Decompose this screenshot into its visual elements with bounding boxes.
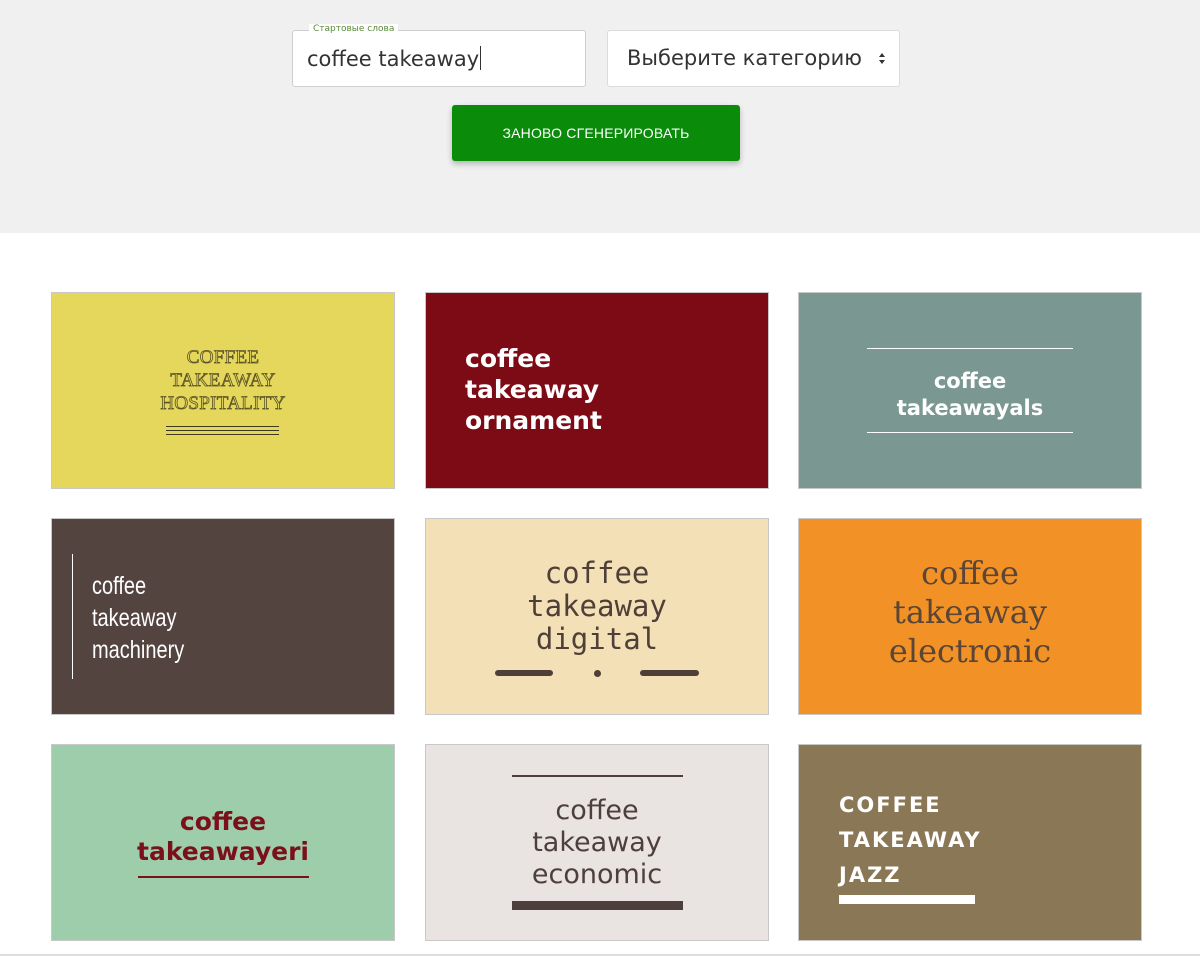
- logo-line: machinery: [92, 636, 185, 664]
- logo-card-8[interactable]: coffee takeaway economic: [425, 744, 769, 941]
- logo-line: takeaway: [532, 827, 662, 858]
- logo-card-6[interactable]: coffee takeaway electronic: [798, 518, 1142, 715]
- bottom-rule-decoration: [867, 432, 1073, 433]
- right-dash-decoration: [640, 670, 699, 676]
- logo-line: takeawayeri: [137, 837, 309, 866]
- logo-card-5[interactable]: coffee takeaway digital: [425, 518, 769, 715]
- logo-text: coffee takeawayals: [799, 368, 1141, 422]
- bottom-bar-decoration: [512, 901, 683, 910]
- seed-words-label: Стартовые слова: [309, 24, 399, 34]
- logo-line: JAZZ: [839, 863, 902, 887]
- logo-text: coffee takeaway ornament: [465, 343, 602, 436]
- logo-text: coffee takeaway economic: [426, 795, 768, 891]
- logo-card-2[interactable]: coffee takeaway ornament: [425, 292, 769, 489]
- logo-line: takeawayals: [896, 396, 1044, 420]
- logo-line: ornament: [465, 406, 602, 435]
- logo-line: coffee: [555, 795, 639, 826]
- logo-line: coffee: [921, 554, 1019, 592]
- sort-arrows-icon: [879, 53, 885, 64]
- seed-words-input[interactable]: Стартовые слова coffee takeaway: [292, 24, 586, 87]
- logo-line: HOSPITALITY: [160, 393, 286, 415]
- logo-line: TAKEAWAY: [839, 828, 982, 852]
- underline-decoration: [138, 876, 309, 878]
- logo-text: coffee takeawayeri: [52, 807, 394, 867]
- logo-line: coffee: [544, 556, 650, 590]
- center-dot-decoration: [594, 670, 601, 677]
- logo-card-4[interactable]: coffee takeaway machinery: [51, 518, 395, 715]
- vertical-bar-decoration: [72, 554, 73, 679]
- logo-card-3[interactable]: coffee takeawayals: [798, 292, 1142, 489]
- double-underline-decoration: [166, 426, 279, 435]
- logo-text: coffee takeaway digital: [426, 557, 768, 656]
- regenerate-button[interactable]: ЗАНОВО СГЕНЕРИРОВАТЬ: [452, 105, 740, 161]
- logo-line: coffee: [933, 369, 1007, 393]
- logo-line: takeaway: [92, 604, 177, 632]
- logo-text: COFFEE TAKEAWAY HOSPITALITY: [52, 346, 394, 415]
- logo-line: digital: [535, 622, 659, 656]
- generator-form-panel: Стартовые слова coffee takeaway Выберите…: [0, 0, 1200, 233]
- logo-card-7[interactable]: coffee takeawayeri: [51, 744, 395, 941]
- seed-words-value: coffee takeaway: [307, 47, 480, 71]
- underline-bar-decoration: [839, 895, 975, 904]
- logo-line: TAKEAWAY: [170, 370, 276, 392]
- logo-line: electronic: [888, 632, 1052, 670]
- logo-line: takeaway: [465, 375, 600, 404]
- logo-text: coffee takeaway machinery: [92, 570, 184, 666]
- top-rule-decoration: [512, 775, 683, 777]
- logo-line: coffee: [92, 572, 147, 600]
- logo-line: economic: [531, 859, 663, 890]
- logo-line: coffee: [179, 807, 267, 836]
- logo-line: COFFEE: [186, 347, 260, 369]
- logo-line: takeaway: [527, 589, 667, 623]
- category-select-value: Выберите категорию: [627, 46, 862, 70]
- text-caret: [480, 46, 482, 70]
- left-dash-decoration: [495, 670, 553, 676]
- logo-line: COFFEE: [839, 793, 942, 817]
- logo-card-9[interactable]: COFFEE TAKEAWAY JAZZ: [798, 744, 1142, 941]
- logo-text: COFFEE TAKEAWAY JAZZ: [839, 788, 982, 893]
- top-rule-decoration: [867, 348, 1073, 349]
- logo-card-1[interactable]: COFFEE TAKEAWAY HOSPITALITY: [51, 292, 395, 489]
- logo-line: coffee: [465, 344, 552, 373]
- category-select[interactable]: Выберите категорию: [607, 30, 900, 87]
- logo-text: coffee takeaway electronic: [799, 554, 1141, 671]
- logo-line: takeaway: [893, 593, 1047, 631]
